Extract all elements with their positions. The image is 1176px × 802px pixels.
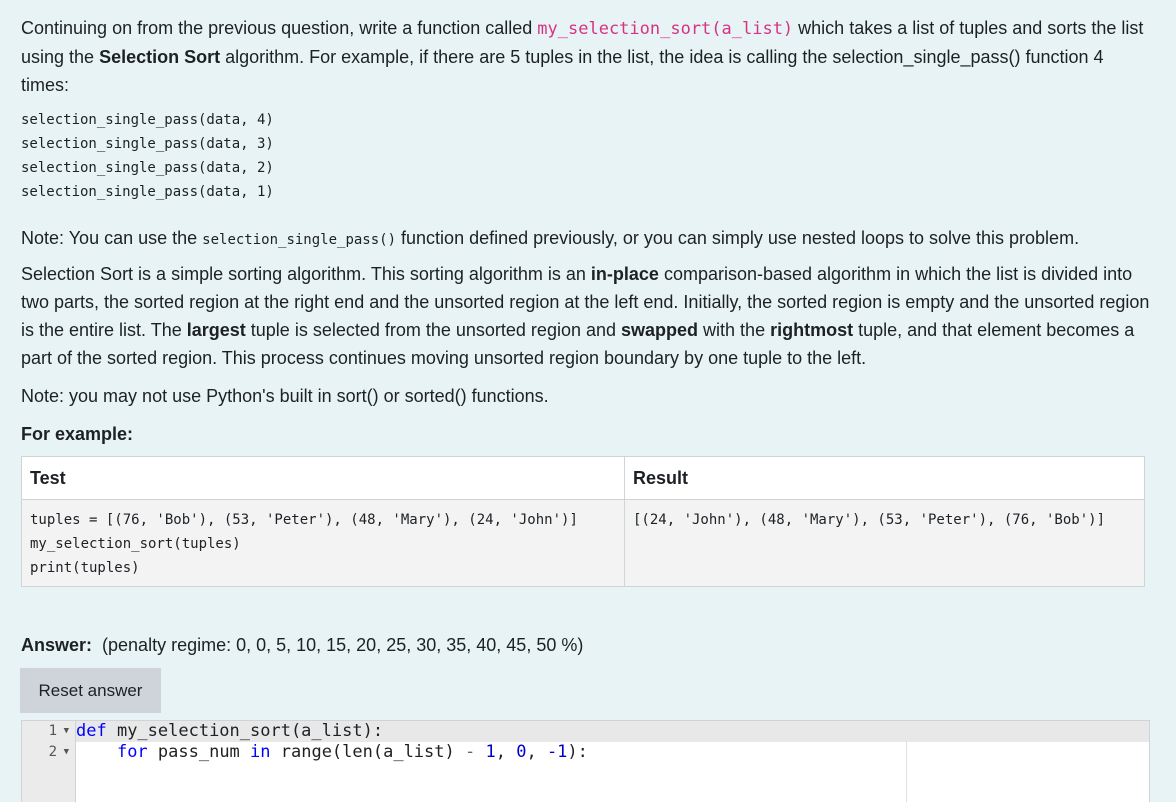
line-number: 1 ▼ <box>22 721 75 742</box>
inline-code: selection_single_pass() <box>202 232 397 248</box>
fold-arrow-icon[interactable]: ▼ <box>64 721 69 742</box>
function-name: my_selection_sort(a_list) <box>537 19 794 39</box>
code-line: selection_single_pass(data, 1) <box>21 184 274 200</box>
penalty-regime: (penalty regime: 0, 0, 5, 10, 15, 20, 25… <box>102 635 584 655</box>
number: -1 <box>546 742 568 762</box>
number: 1 <box>475 742 496 762</box>
result-output: [(24, 'John'), (48, 'Mary'), (53, 'Peter… <box>633 512 1106 528</box>
note-helper-function: Note: You can use the selection_single_p… <box>21 224 1154 254</box>
desc-text: tuple is selected from the unsorted regi… <box>245 320 622 340</box>
editor-line[interactable]: for pass_num in range(len(a_list) - 1, 0… <box>76 742 1149 763</box>
line-number: 2 ▼ <box>22 742 75 763</box>
fold-arrow-icon[interactable]: ▼ <box>64 742 69 763</box>
answer-label: Answer: <box>21 635 93 655</box>
question-intro: Continuing on from the previous question… <box>21 14 1154 99</box>
test-code: tuples = [(76, 'Bob'), (53, 'Peter'), (4… <box>30 512 578 576</box>
code-text: ): <box>567 742 588 762</box>
selection-sort-description: Selection Sort is a simple sorting algor… <box>21 260 1154 372</box>
table-header-row: Test Result <box>21 456 1145 500</box>
table-header-result: Result <box>624 456 1145 500</box>
intro-text: Continuing on from the previous question… <box>21 18 538 38</box>
desc-bold-swapped: swapped <box>621 320 699 340</box>
example-heading: For example: <box>21 420 1154 448</box>
editor-text-area[interactable]: def my_selection_sort(a_list): for pass_… <box>76 721 1149 763</box>
operator: - <box>464 742 476 762</box>
code-example-block: selection_single_pass(data, 4) selection… <box>21 108 274 204</box>
desc-bold-in-place: in-place <box>590 264 659 284</box>
result-cell: [(24, 'John'), (48, 'Mary'), (53, 'Peter… <box>624 499 1145 587</box>
desc-bold-rightmost: rightmost <box>770 320 854 340</box>
keyword: for <box>116 742 148 762</box>
table-header-test: Test <box>21 456 625 500</box>
table-row: tuples = [(76, 'Bob'), (53, 'Peter'), (4… <box>21 499 1145 587</box>
code-line: selection_single_pass(data, 3) <box>21 136 274 152</box>
code-text: my_selection_sort(a_list): <box>106 721 384 741</box>
example-table: Test Result tuples = [(76, 'Bob'), (53, … <box>21 456 1145 587</box>
intro-bold: Selection Sort <box>99 47 221 67</box>
note-no-builtin-sort: Note: you may not use Python's built in … <box>21 386 549 406</box>
line-number-text: 1 <box>48 723 57 739</box>
answer-heading: Answer: (penalty regime: 0, 0, 5, 10, 15… <box>21 631 1154 659</box>
code-text: , <box>526 742 547 762</box>
desc-bold-largest: largest <box>186 320 246 340</box>
reset-answer-button[interactable]: Reset answer <box>20 668 161 713</box>
test-cell: tuples = [(76, 'Bob'), (53, 'Peter'), (4… <box>21 499 625 587</box>
desc-text: with the <box>698 320 771 340</box>
code-text: pass_num <box>147 742 251 762</box>
note-text: Note: You can use the <box>21 228 203 248</box>
number: 0 <box>516 742 527 762</box>
keyword: in <box>250 742 271 762</box>
desc-text: Selection Sort is a simple sorting algor… <box>21 264 591 284</box>
line-number-text: 2 <box>48 744 57 760</box>
keyword: def <box>76 721 107 741</box>
code-line: selection_single_pass(data, 4) <box>21 112 274 128</box>
code-text: range(len(a_list) <box>270 742 465 762</box>
code-line: selection_single_pass(data, 2) <box>21 160 274 176</box>
code-editor[interactable]: 1 ▼ 2 ▼ def my_selection_sort(a_list): for… <box>21 720 1150 802</box>
editor-line[interactable]: def my_selection_sort(a_list): <box>76 721 1149 742</box>
quiz-question-page: Continuing on from the previous question… <box>0 0 1176 802</box>
code-text: , <box>495 742 517 762</box>
example-heading-text: For example: <box>21 424 134 444</box>
note-text-suffix: function defined previously, or you can … <box>396 228 1080 248</box>
